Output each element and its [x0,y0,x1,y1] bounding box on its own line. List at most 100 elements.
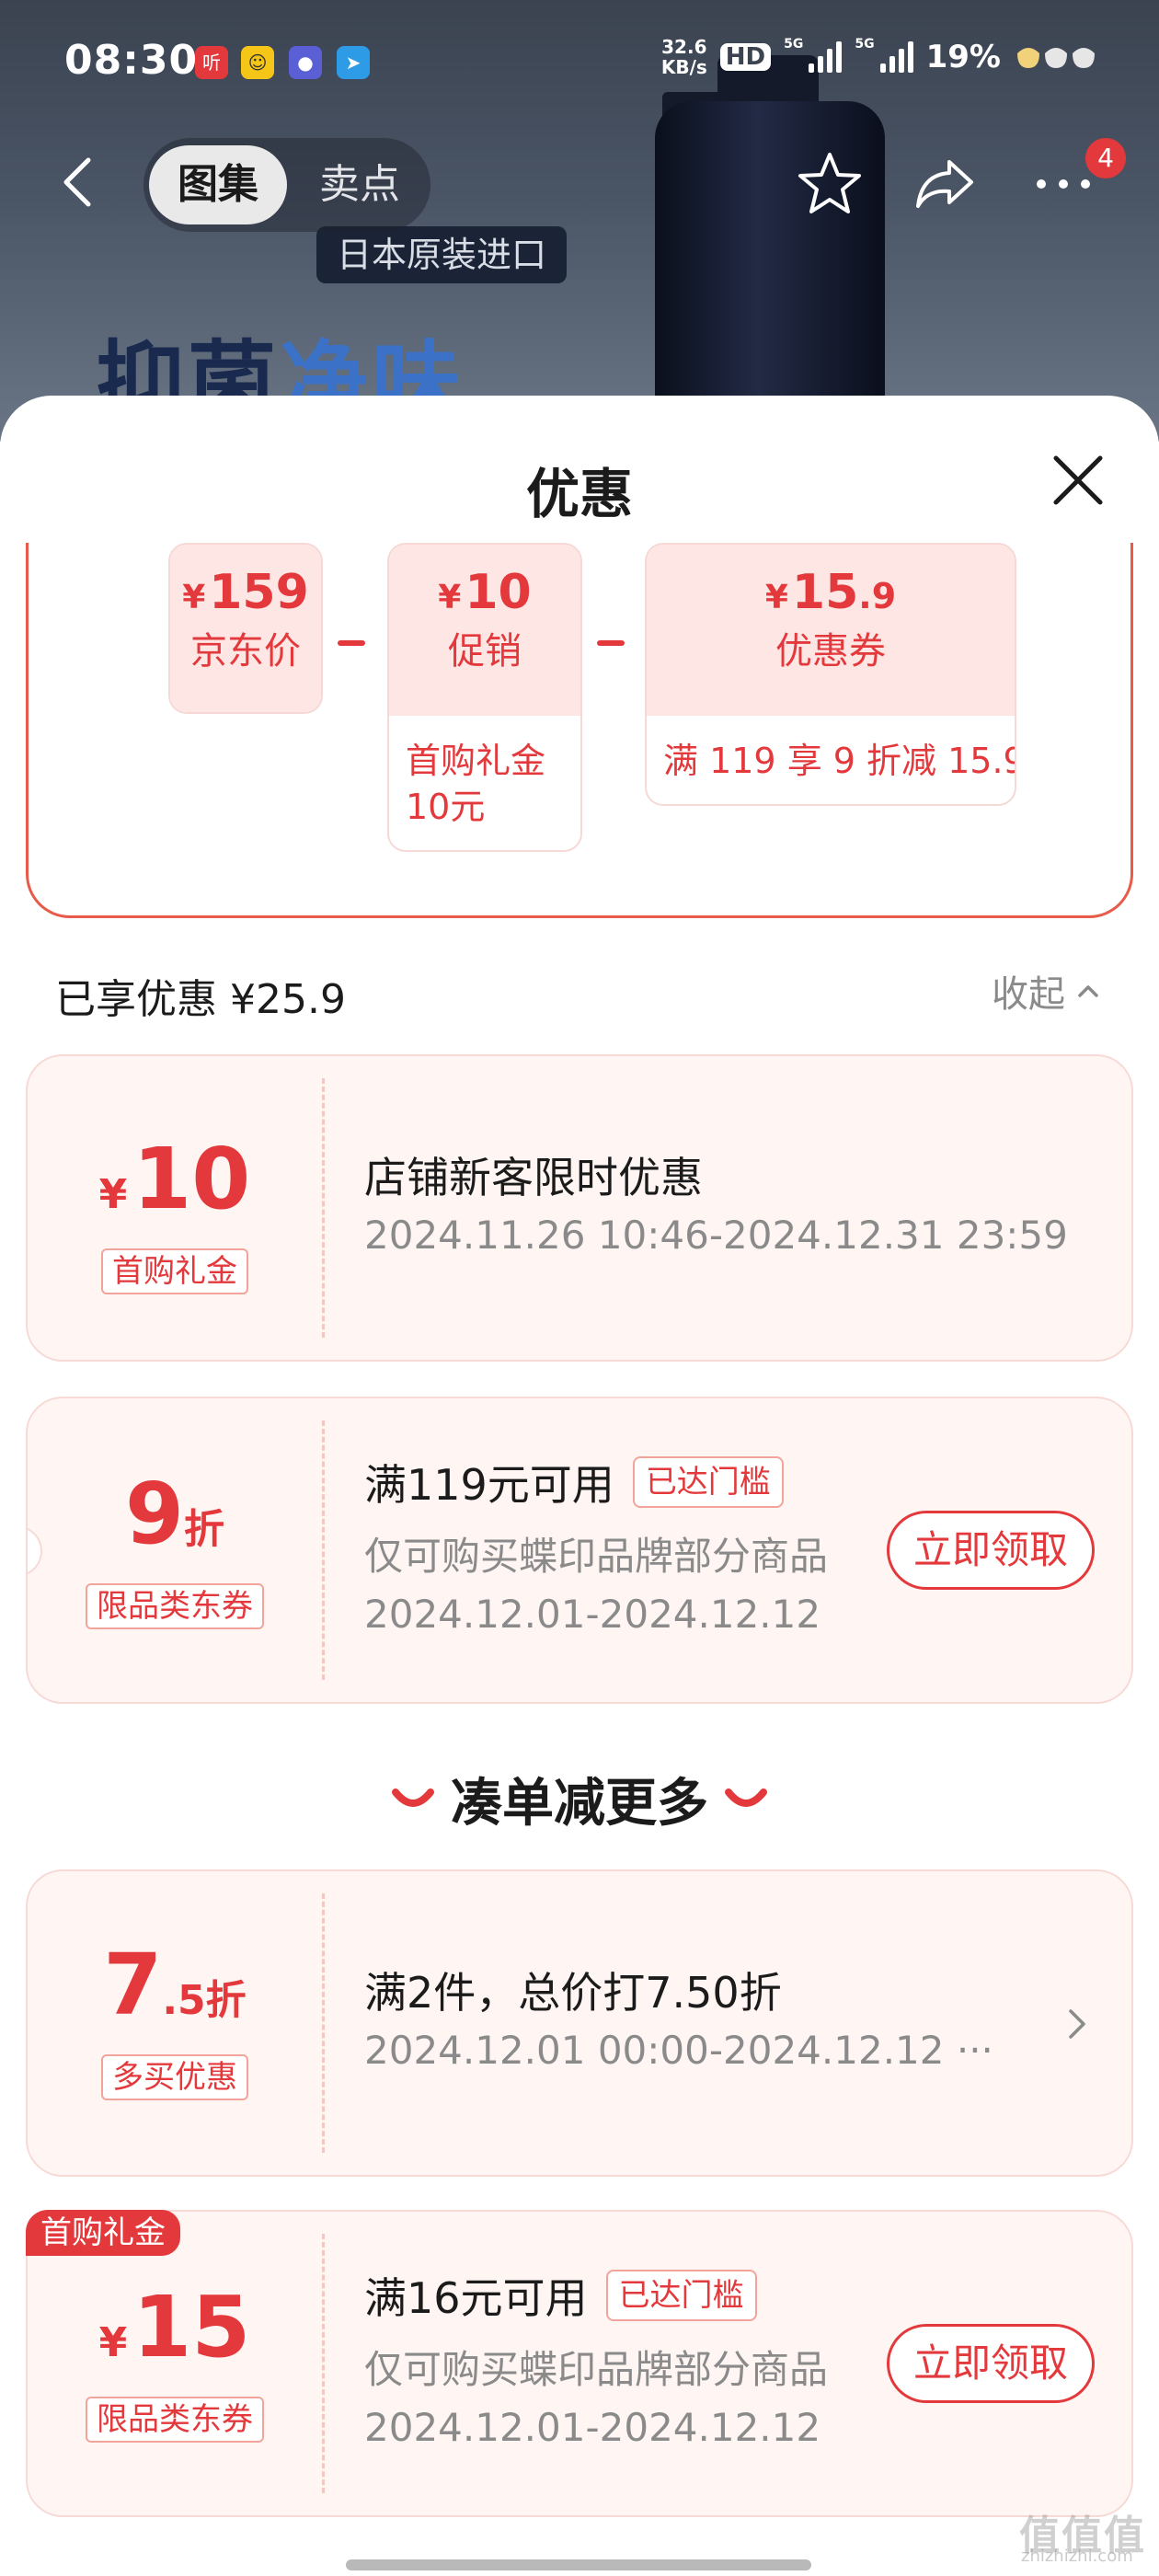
watermark-url: zhizhizhi.com [1021,2547,1133,2566]
coupon-title: 满2件，总价打7.50折 [364,1960,782,2020]
calc-price: ¥159 [170,545,321,626]
chat-app-icon: ● [289,46,322,79]
coupon-card: ¥15 限品类东券 满16元可用 已达门槛 仅可购买蝶印品牌部分商品 2024.… [26,2210,1133,2517]
coupon-type-tag: 限品类东券 [86,2397,264,2443]
coupon-info: 店铺新客限时优惠 2024.11.26 10:46-2024.12.31 23:… [364,1056,1131,1360]
coupon-currency: ¥ [98,2319,128,2366]
coupon-card: ¥10 首购礼金 店铺新客限时优惠 2024.11.26 10:46-2024.… [26,1054,1133,1362]
minus-sign [597,640,625,646]
coupon-amount: 9折 [28,1398,322,1576]
calc-item-coupon: ¥15.9 优惠券 满 119 享 9 折减 15.9 [645,543,1016,806]
calc-label: 促销 [448,630,522,673]
calc-detail: 首购礼金10元 [406,741,546,827]
claim-button[interactable]: 立即领取 [887,1511,1095,1590]
calc-currency: ¥ [438,579,462,616]
collapse-button[interactable]: 收起 [992,964,1102,1018]
signal-1-label: 5G [784,37,804,52]
coupon-card: 9折 限品类东券 满119元可用 已达门槛 仅可购买蝶印品牌部分商品 2024.… [26,1397,1133,1704]
network-speed: 32.6 KB/s [661,37,707,77]
coupon-validity: 2024.11.26 10:46-2024.12.31 23:59 [364,1213,1068,1258]
coupon-value: 10 [132,1130,251,1228]
calc-value: 159 [209,565,309,620]
section-heading: 凑单减更多 [451,1774,708,1834]
enjoyed-discount: 已享优惠 ¥25.9 [55,976,346,1023]
threshold-reached-badge: 已达门槛 [632,1456,784,1508]
coupon-title: 满16元可用 已达门槛 [364,2265,757,2326]
reading-app-icon: ☺ [241,46,274,79]
signal-2-label: 5G [855,37,875,52]
sheet-title: 优惠 [525,463,633,525]
chevron-right-icon [1069,2009,1085,2039]
ting-app-icon: 听 [195,46,228,79]
back-icon[interactable] [55,155,101,210]
coupon-unit: 折 [184,1506,224,1553]
coupon-scope: 仅可购买蝶印品牌部分商品 [364,1534,829,1579]
coupon-divider [322,1893,325,2153]
tab-selling-points[interactable]: 卖点 [300,138,419,232]
import-label: 日本原装进口 [316,226,568,283]
coupon-amount: 7.5折 [28,1871,322,2047]
price-calculation: ¥159 京东价 ¥10 促销 首购礼金10元 ¥15.9 优惠券 满 119 … [26,543,1133,918]
coupon-title: 店铺新客限时优惠 [364,1144,703,1205]
coupon-validity: 2024.12.01 00:00-2024.12.12 ··· [364,2028,993,2073]
coupon-title: 满119元可用 已达门槛 [364,1452,784,1512]
threshold-reached-badge: 已达门槛 [605,2270,757,2321]
coupon-currency: ¥ [98,1171,128,1218]
coupon-title-text: 满16元可用 [364,2273,588,2323]
hd-icon: HD [719,43,772,71]
chevron-up-icon [1078,985,1098,997]
signal-1-icon [809,41,843,73]
coupon-value: 9 [124,1465,184,1563]
coupon-amount: ¥10 [28,1056,322,1241]
coupon-amount-area: 7.5折 多买优惠 [28,1871,322,2175]
coupon-divider [322,1078,325,1338]
signal-2-icon [879,41,913,73]
coupon-divider [322,1420,325,1680]
calc-label: 优惠券 [775,630,886,673]
coupon-amount-area: ¥15 限品类东券 [28,2212,322,2515]
claim-button[interactable]: 立即领取 [887,2324,1095,2403]
speed-value: 32.6 [661,36,707,58]
collapse-label: 收起 [992,973,1065,1016]
right-smile-icon [725,1788,767,1807]
coupon-title-text: 满2件，总价打7.50折 [364,1968,782,2018]
calc-price: ¥15.9 [647,545,1015,626]
share-icon[interactable] [909,147,982,221]
coupon-title-text: 满119元可用 [364,1460,614,1510]
telegram-icon: ➤ [337,46,370,79]
calc-detail: 满 119 享 9 折减 15.9 [663,741,1016,781]
coupon-unit: 折 [205,1977,247,2024]
calc-price: ¥10 [389,545,580,626]
coupon-value: 7 [103,1936,163,2034]
coupon-validity: 2024.12.01-2024.12.12 [364,2405,821,2450]
coupon-validity: 2024.12.01-2024.12.12 [364,1592,821,1637]
first-purchase-corner-tag: 首购礼金 [26,2210,180,2256]
battery-percent: 19% [925,39,1001,75]
image-tabs: 图集 卖点 [143,138,430,232]
calc-value: 10 [465,565,532,620]
home-indicator[interactable] [346,2559,811,2570]
coupon-value: 15 [132,2278,251,2376]
coupon-scope: 仅可购买蝶印品牌部分商品 [364,2347,829,2392]
calc-value: 15 [791,565,859,620]
tab-gallery[interactable]: 图集 [149,145,287,224]
coupon-decimal: .5 [162,1977,206,2024]
close-icon[interactable] [1049,451,1107,510]
notification-badge: 4 [1085,138,1126,178]
coupon-info: 满16元可用 已达门槛 仅可购买蝶印品牌部分商品 2024.12.01-2024… [364,2212,1131,2515]
speed-unit: KB/s [660,56,707,78]
coupon-amount-area: ¥10 首购礼金 [28,1056,322,1360]
multi-buy-coupon-card[interactable]: 7.5折 多买优惠 满2件，总价打7.50折 2024.12.01 00:00-… [26,1869,1133,2177]
coupon-type-tag: 首购礼金 [101,1248,248,1294]
status-bar: 08:30 听 ☺ ● ➤ 32.6 KB/s HD 5G 5G 19% [0,0,1159,120]
status-right: 32.6 KB/s HD 5G 5G 19% [661,37,1102,77]
calc-item-promotion: ¥10 促销 首购礼金10元 [387,543,582,852]
discount-sheet: 优惠 ¥159 京东价 ¥10 促销 首购礼金10元 ¥15.9 优惠券 满 1… [0,396,1159,2576]
coupon-divider [322,2234,325,2493]
calc-currency: ¥ [764,579,788,616]
coupon-info: 满119元可用 已达门槛 仅可购买蝶印品牌部分商品 2024.12.01-202… [364,1398,1131,1702]
coupon-amount-area: 9折 限品类东券 [28,1398,322,1702]
favorite-star-icon[interactable] [793,147,866,221]
calc-decimal: .9 [858,576,897,616]
coupon-type-tag: 限品类东券 [86,1583,264,1629]
